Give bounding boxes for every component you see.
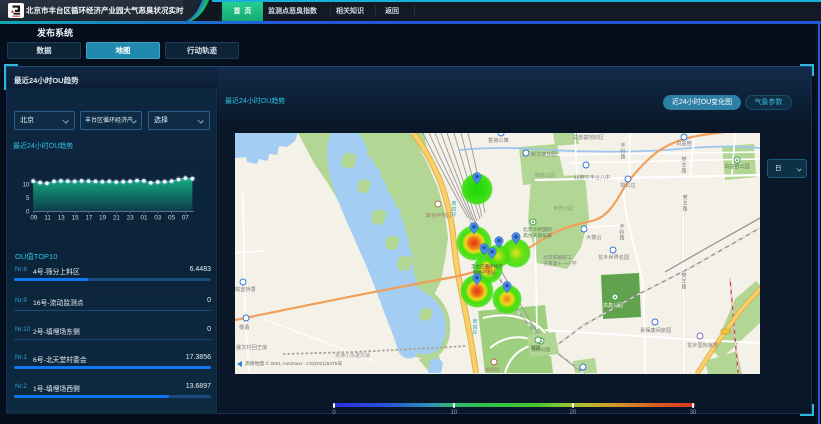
svg-text:白盆窑: 白盆窑 xyxy=(676,139,692,147)
svg-text:高尔夫俱乐部: 高尔夫俱乐部 xyxy=(523,232,552,239)
svg-text:京津小京雄高速: 京津小京雄高速 xyxy=(335,352,370,359)
svg-text:新华双加园: 新华双加园 xyxy=(531,150,557,158)
svg-text:路: 路 xyxy=(620,153,625,160)
svg-text:01: 01 xyxy=(141,215,148,222)
svg-text:10: 10 xyxy=(23,182,30,189)
svg-text:子弟第十一小学: 子弟第十一小学 xyxy=(543,260,577,267)
svg-text:高德地图 © 2021 AutoNavi - CS(2021: 高德地图 © 2021 AutoNavi - CS(2021)6375号 xyxy=(245,360,342,367)
svg-text:M: M xyxy=(626,176,630,181)
svg-text:M: M xyxy=(582,226,586,231)
svg-text:M: M xyxy=(244,315,248,320)
svg-text:M: M xyxy=(682,134,686,139)
svg-text:填埋场: 填埋场 xyxy=(485,366,500,373)
svg-text:北京铁路职工: 北京铁路职工 xyxy=(543,254,572,261)
svg-text:榆堡桥香: 榆堡桥香 xyxy=(235,285,256,293)
svg-text:07: 07 xyxy=(182,215,189,222)
svg-text:路: 路 xyxy=(681,167,686,174)
svg-text:21: 21 xyxy=(113,215,120,222)
svg-text:郭公庄: 郭公庄 xyxy=(620,181,636,189)
svg-text:花乡国际家居: 花乡国际家居 xyxy=(687,341,718,349)
svg-text:大葆台: 大葆台 xyxy=(586,233,602,241)
svg-text:17: 17 xyxy=(85,215,92,222)
svg-text:09: 09 xyxy=(30,215,37,222)
svg-text:5: 5 xyxy=(26,195,30,202)
svg-text:23: 23 xyxy=(127,215,134,222)
svg-text:19: 19 xyxy=(99,215,106,222)
svg-text:世界公园: 世界公园 xyxy=(553,205,573,212)
svg-text:搓文村回王房: 搓文村回王房 xyxy=(236,343,267,351)
svg-text:丰台区循环经济: 丰台区循环经济 xyxy=(471,263,503,270)
svg-text:M: M xyxy=(581,364,585,369)
svg-text:13: 13 xyxy=(58,215,65,222)
svg-text:路: 路 xyxy=(681,283,686,290)
svg-text:预建: 预建 xyxy=(531,344,541,351)
svg-text:花乡世界名园: 花乡世界名园 xyxy=(598,253,629,261)
svg-text:总部基地旧区: 总部基地旧区 xyxy=(573,133,604,141)
svg-text:高鑫公园: 高鑫公园 xyxy=(603,302,623,309)
svg-text:白盆窑公园: 白盆窑公园 xyxy=(724,163,749,170)
svg-text:熹保康闲家园: 熹保康闲家园 xyxy=(640,326,671,334)
svg-text:香格公寓: 香格公寓 xyxy=(488,136,509,144)
svg-text:御泉公园: 御泉公园 xyxy=(535,172,555,179)
svg-text:环: 环 xyxy=(451,212,456,218)
svg-text:03: 03 xyxy=(154,215,161,222)
svg-text:北京华侨国际: 北京华侨国际 xyxy=(523,226,552,233)
svg-text:葆甬: 葆甬 xyxy=(239,323,249,331)
svg-text:北京市丰台八中: 北京市丰台八中 xyxy=(574,173,610,181)
svg-text:05: 05 xyxy=(168,215,175,222)
svg-text:环: 环 xyxy=(472,330,477,336)
svg-text:11: 11 xyxy=(44,215,51,222)
svg-text:15: 15 xyxy=(72,215,79,222)
svg-text:路: 路 xyxy=(682,205,687,212)
svg-text:紫谷伊甸园: 紫谷伊甸园 xyxy=(426,212,451,219)
svg-text:路: 路 xyxy=(619,234,624,241)
